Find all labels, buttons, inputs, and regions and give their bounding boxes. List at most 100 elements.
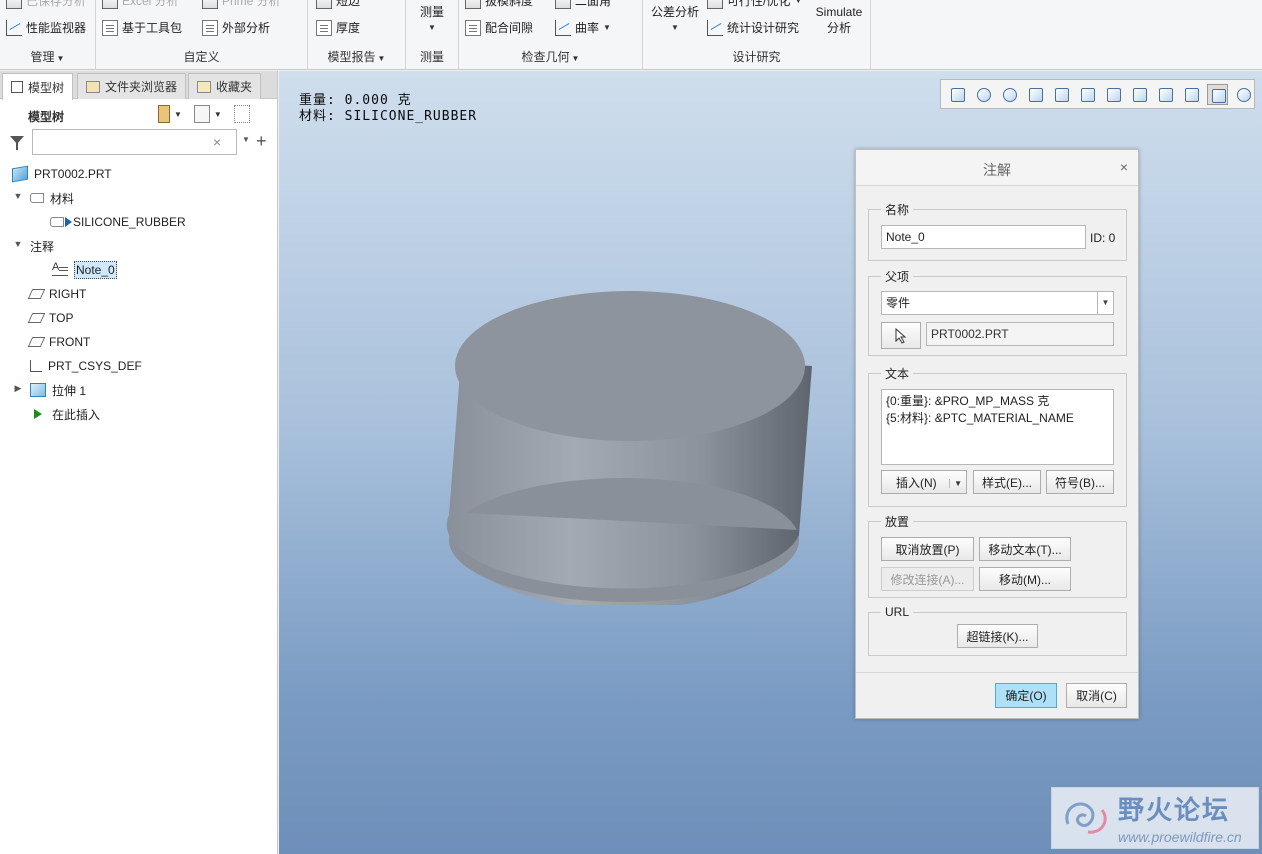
saved-orientations-icon[interactable] xyxy=(1077,84,1098,105)
cylinder-model[interactable] xyxy=(444,290,814,605)
tree-item-part[interactable]: PRT0002.PRT xyxy=(12,163,112,185)
tolerance-analysis-button[interactable]: 公差分析 ▼ xyxy=(647,4,703,36)
style-button[interactable]: 样式(E)... xyxy=(973,470,1041,494)
dialog-title: 注解 xyxy=(983,162,1011,178)
measure-dropdown-icon: ▼ xyxy=(428,23,436,32)
perspective-icon[interactable] xyxy=(1129,84,1150,105)
tree-item-material-value[interactable]: SILICONE_RUBBER xyxy=(50,211,186,233)
ribbon-group-manage: 已保存分析 性能监视器 管理 ▼ xyxy=(0,0,96,70)
ribbon-group-label-model-report[interactable]: 模型报告 ▼ xyxy=(308,48,405,65)
tab-favorites[interactable]: 收藏夹 xyxy=(188,73,262,99)
unplace-button[interactable]: 取消放置(P) xyxy=(881,537,974,561)
tree-show-dropdown-icon: ▼ xyxy=(213,109,222,119)
name-input[interactable]: Note_0 xyxy=(881,225,1086,249)
close-icon[interactable]: × xyxy=(1120,159,1128,175)
tree-item-insert-here[interactable]: 在此插入 xyxy=(30,403,100,425)
thickness-button[interactable]: 厚度 xyxy=(316,19,360,36)
add-icon[interactable]: + xyxy=(256,131,267,152)
view-toolbar xyxy=(940,79,1255,109)
mass-material-annotation[interactable]: 重量: 0.000 克 材料: SILICONE_RUBBER xyxy=(299,93,477,125)
annotation-display-icon[interactable] xyxy=(1207,83,1228,105)
zoom-in-icon[interactable] xyxy=(973,84,994,105)
move-text-button[interactable]: 移动文本(T)... xyxy=(979,537,1071,561)
section-icon[interactable] xyxy=(1155,84,1176,105)
select-parent-button[interactable] xyxy=(881,322,921,349)
short-edge-button[interactable]: 短边 xyxy=(316,0,360,9)
ribbon-group-label-manage[interactable]: 管理 ▼ xyxy=(0,48,95,65)
external-analysis-button[interactable]: 外部分析 xyxy=(202,19,270,36)
ribbon: 已保存分析 性能监视器 管理 ▼ Excel 分析 基于工具包 Prime 分析 … xyxy=(0,0,1262,70)
datum-plane-icon xyxy=(27,337,46,347)
expand-icon[interactable]: ▶ xyxy=(13,383,23,394)
insert-button[interactable]: 插入(N) ▼ xyxy=(881,470,967,494)
model-tree-header: 模型树 ▼ ▼ xyxy=(0,105,278,129)
tree-item-front-plane[interactable]: FRONT xyxy=(27,331,90,353)
note-text-area[interactable]: {0:重量}: &PRO_MP_MASS 克 {5:材料}: &PTC_MATE… xyxy=(881,389,1114,465)
chart-line-icon xyxy=(6,19,22,36)
filter-dropdown-icon[interactable]: ▼ xyxy=(242,135,250,144)
display-style-icon[interactable] xyxy=(1051,84,1072,105)
filter-icon[interactable] xyxy=(10,136,24,150)
tree-show-button[interactable]: ▼ xyxy=(193,105,222,123)
clearance-icon xyxy=(465,19,481,36)
annotation-material-line: 材料: SILICONE_RUBBER xyxy=(299,109,478,124)
datum-display-icon[interactable] xyxy=(1181,84,1202,105)
cursor-arrow-icon xyxy=(895,327,907,344)
parent-type-select[interactable]: 零件 ▼ xyxy=(881,291,1114,315)
tree-item-extrude[interactable]: 拉伸 1 xyxy=(30,379,86,401)
id-label: ID: 0 xyxy=(1090,231,1116,245)
tree-filter-input[interactable] xyxy=(32,129,237,155)
move-button[interactable]: 移动(M)... xyxy=(979,567,1071,591)
feasibility-optimization-button[interactable]: 可行性/优化 ▼ xyxy=(707,0,802,9)
symbol-button[interactable]: 符号(B)... xyxy=(1046,470,1114,494)
view-manager-icon[interactable] xyxy=(1103,84,1124,105)
toolkit-based-button[interactable]: 基于工具包 xyxy=(102,19,182,36)
tab-folder-browser[interactable]: 文件夹浏览器 xyxy=(77,73,187,99)
prime-analysis-button[interactable]: Prime 分析 xyxy=(202,0,281,9)
performance-monitor-button[interactable]: 性能监视器 xyxy=(6,19,86,36)
ribbon-group-model-report: 短边 厚度 模型报告 ▼ xyxy=(308,0,406,70)
clearance-button[interactable]: 配合间隙 xyxy=(465,19,533,36)
hyperlink-button[interactable]: 超链接(K)... xyxy=(957,624,1038,648)
dialog-title-bar[interactable]: 注解 × xyxy=(856,150,1138,186)
refit-icon[interactable] xyxy=(947,84,968,105)
saved-analysis-icon xyxy=(6,0,22,9)
clear-icon[interactable]: × xyxy=(213,134,221,150)
tree-settings-button[interactable]: ▼ xyxy=(158,105,182,123)
tree-item-annotations[interactable]: 注释 xyxy=(30,235,54,257)
collapse-icon[interactable]: ▼ xyxy=(13,191,23,201)
datum-plane-icon xyxy=(27,289,46,299)
spin-center-icon[interactable] xyxy=(1233,84,1254,105)
draft-button[interactable]: 拔模斜度 xyxy=(465,0,533,9)
dihedral-angle-button[interactable]: 二面角 xyxy=(555,0,611,9)
ribbon-group-measure: 测量 ▼ 测量 xyxy=(406,0,459,70)
excel-icon xyxy=(102,0,118,9)
curvature-button[interactable]: 曲率 ▼ xyxy=(555,19,611,36)
curvature-dropdown-icon: ▼ xyxy=(603,23,611,32)
model-tree-title: 模型树 xyxy=(28,110,65,124)
tree-columns-icon[interactable] xyxy=(233,105,250,123)
statistical-design-study-button[interactable]: 统计设计研究 xyxy=(707,19,799,36)
tree-item-note[interactable]: Note_0 xyxy=(52,259,117,281)
toolkit-icon xyxy=(102,19,118,36)
tools-icon xyxy=(158,105,170,123)
ribbon-group-inspect-geometry: 拔模斜度 配合间隙 二面角 曲率 ▼ 检查几何 ▼ xyxy=(459,0,643,70)
favorites-icon xyxy=(197,80,211,93)
ribbon-group-label-design-study: 设计研究 xyxy=(732,50,781,64)
cancel-button[interactable]: 取消(C) xyxy=(1066,683,1127,708)
zoom-out-icon[interactable] xyxy=(999,84,1020,105)
saved-analysis-button[interactable]: 已保存分析 xyxy=(6,0,86,9)
modify-attachment-button[interactable]: 修改连接(A)... xyxy=(881,567,974,591)
measure-button[interactable]: 测量 ▼ xyxy=(406,4,458,36)
tree-item-material[interactable]: 材料 xyxy=(30,187,74,209)
ok-button[interactable]: 确定(O) xyxy=(995,683,1057,708)
ribbon-group-label-inspect-geometry[interactable]: 检查几何 ▼ xyxy=(459,48,642,65)
collapse-icon[interactable]: ▼ xyxy=(13,239,23,249)
tab-model-tree[interactable]: 模型树 xyxy=(2,73,74,100)
repaint-icon[interactable] xyxy=(1025,84,1046,105)
excel-analysis-button[interactable]: Excel 分析 xyxy=(102,0,179,9)
tree-item-top-plane[interactable]: TOP xyxy=(27,307,73,329)
tree-item-csys[interactable]: PRT_CSYS_DEF xyxy=(30,355,142,377)
tree-item-right-plane[interactable]: RIGHT xyxy=(27,283,86,305)
simulate-analysis-button[interactable]: Simulate 分析 xyxy=(809,4,869,36)
